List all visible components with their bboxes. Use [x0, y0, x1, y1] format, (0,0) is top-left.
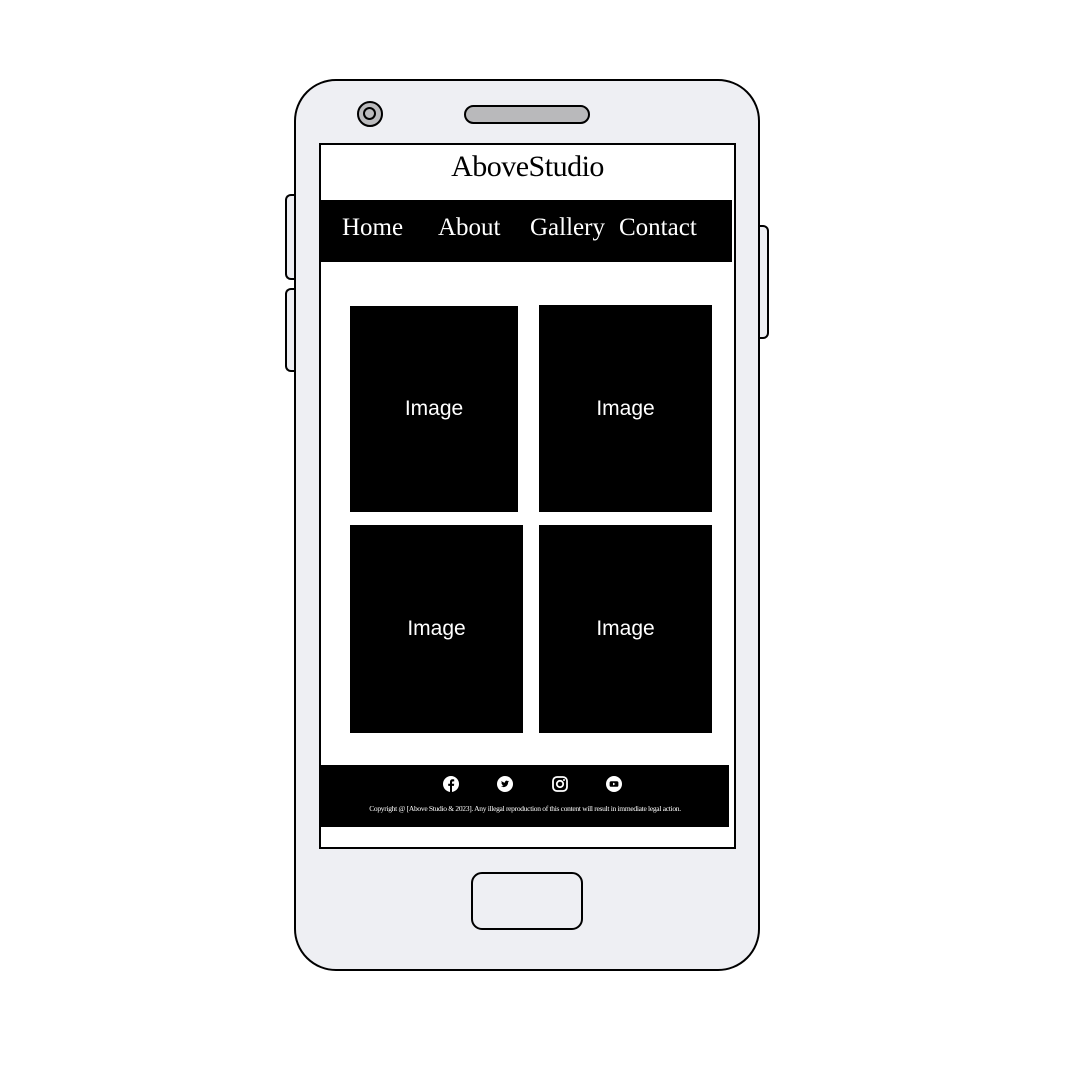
- nav-item-about[interactable]: About: [438, 214, 501, 242]
- gallery-image-1[interactable]: Image: [350, 306, 518, 512]
- twitter-icon[interactable]: [497, 776, 513, 792]
- nav-bar: Home About Gallery Contact: [321, 200, 732, 262]
- image-placeholder-label: Image: [404, 397, 464, 420]
- nav-item-gallery[interactable]: Gallery: [530, 214, 605, 242]
- copyright-text: Copyright @ [Above Studio & 2023]. Any i…: [369, 804, 681, 813]
- nav-item-contact[interactable]: Contact: [619, 214, 697, 242]
- nav-item-home[interactable]: Home: [342, 214, 403, 242]
- youtube-icon[interactable]: [606, 776, 622, 792]
- image-placeholder-label: Image: [407, 617, 466, 640]
- gallery-image-4[interactable]: Image: [539, 525, 712, 733]
- home-button[interactable]: [471, 872, 583, 930]
- facebook-icon[interactable]: [443, 776, 459, 792]
- phone-screen: AboveStudio Home About Gallery Contact I…: [319, 143, 736, 849]
- site-brand-title[interactable]: AboveStudio: [321, 150, 734, 184]
- image-placeholder-label: Image: [596, 396, 655, 420]
- gallery-image-3[interactable]: Image: [350, 525, 523, 733]
- site-footer: Copyright @ [Above Studio & 2023]. Any i…: [321, 765, 729, 827]
- instagram-icon[interactable]: [552, 776, 568, 792]
- earpiece-speaker: [464, 105, 590, 124]
- gallery-image-2[interactable]: Image: [539, 305, 712, 512]
- image-placeholder-label: Image: [596, 617, 655, 640]
- front-camera: [357, 101, 383, 127]
